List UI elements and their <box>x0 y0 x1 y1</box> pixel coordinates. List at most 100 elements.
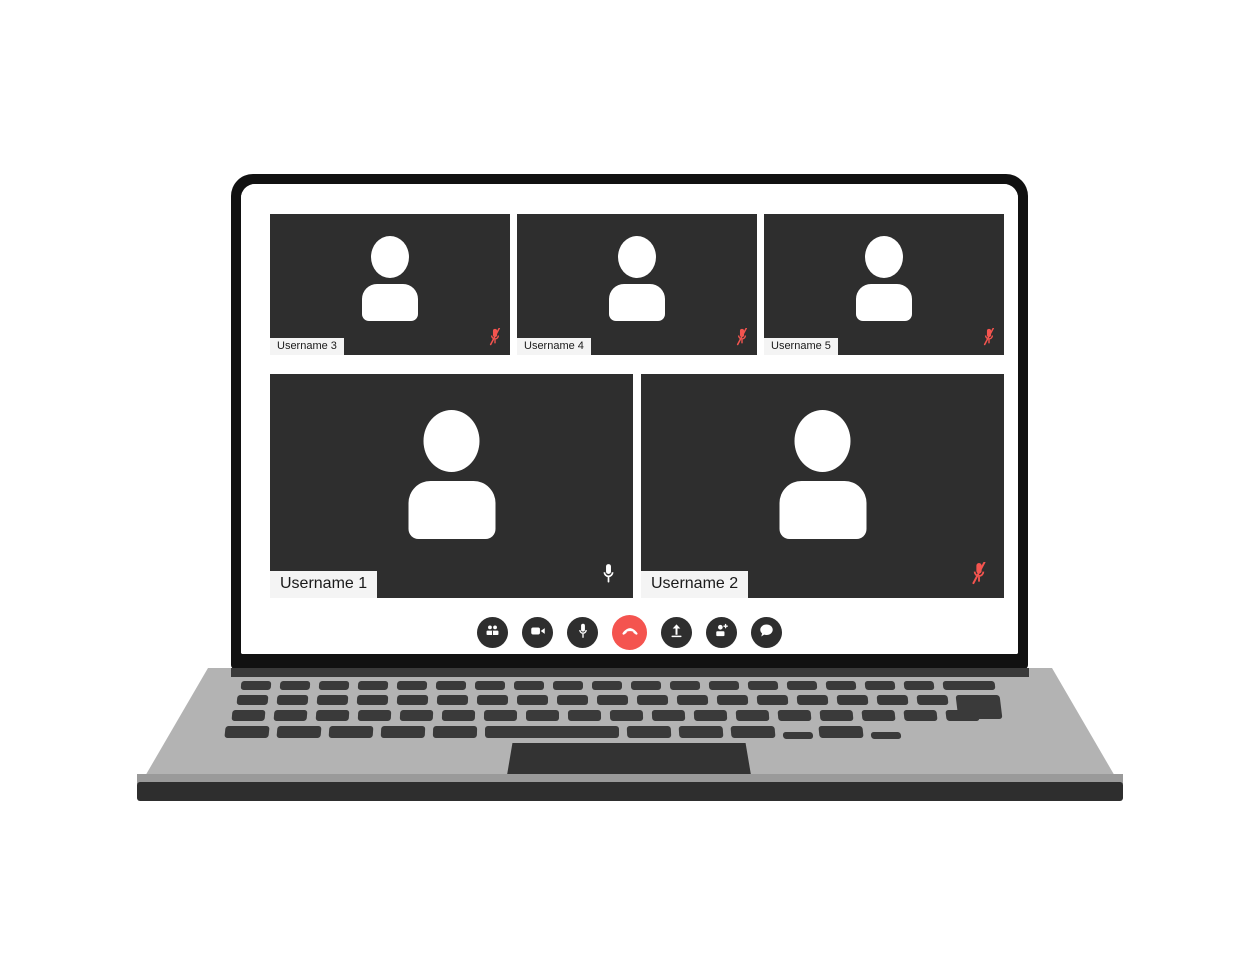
keyboard-key <box>240 681 272 690</box>
keyboard-key <box>236 695 269 705</box>
keyboard-key <box>708 681 740 690</box>
keyboard-key <box>836 695 869 705</box>
keyboard-key <box>328 726 374 738</box>
keyboard-key <box>399 710 434 721</box>
participant-name-label: Username 3 <box>270 338 344 355</box>
laptop-base <box>137 668 1123 806</box>
person-avatar-icon <box>408 410 495 539</box>
keyboard-key <box>626 726 672 738</box>
keyboard-key <box>567 710 602 721</box>
keyboard-key <box>483 710 518 721</box>
keyboard-key <box>315 710 350 721</box>
end-call-button[interactable] <box>612 614 647 650</box>
video-camera-icon <box>529 622 547 643</box>
keyboard-key <box>676 695 709 705</box>
keyboard-key <box>819 710 854 721</box>
call-control-bar <box>241 610 1018 654</box>
keyboard-key <box>474 681 506 690</box>
keyboard-key <box>636 695 669 705</box>
keyboard-key <box>517 695 548 705</box>
keyboard-key-arrow-right <box>870 732 902 739</box>
person-avatar-icon <box>856 236 912 321</box>
microphone-icon <box>600 563 617 590</box>
keyboard-key <box>716 695 749 705</box>
chat-button[interactable] <box>751 616 782 648</box>
keyboard-key <box>651 710 686 721</box>
microphone-muted-icon <box>970 561 988 590</box>
video-camera-button[interactable] <box>522 616 553 648</box>
keyboard-key <box>396 695 429 705</box>
keyboard-key <box>942 681 996 690</box>
keyboard-key <box>318 681 350 690</box>
keyboard-key <box>596 695 629 705</box>
keyboard-key <box>316 695 349 705</box>
keyboard-key <box>669 681 701 690</box>
keyboard-key <box>630 681 662 690</box>
keyboard-key <box>476 695 509 705</box>
laptop-base-foot <box>137 782 1123 801</box>
keyboard-key <box>231 710 266 721</box>
keyboard-key-arrow-left <box>782 732 814 739</box>
keyboard-key <box>273 710 308 721</box>
video-tile-username-2[interactable]: Username 2 <box>641 374 1004 598</box>
keyboard-key <box>432 726 478 738</box>
keyboard-key <box>526 710 559 721</box>
person-avatar-icon <box>362 236 418 321</box>
keyboard-key <box>276 695 309 705</box>
keyboard-key <box>441 710 476 721</box>
keyboard-key <box>861 710 896 721</box>
participant-name-label: Username 2 <box>641 571 749 598</box>
keyboard-key <box>786 681 818 690</box>
keyboard-key <box>276 726 322 738</box>
video-tile-username-4[interactable]: Username 4 <box>517 214 757 355</box>
keyboard-key <box>747 681 779 690</box>
laptop-screen-display: Username 3 Username 4 Username 5 Usernam… <box>241 184 1018 654</box>
keyboard-key <box>825 681 857 690</box>
microphone-muted-icon <box>735 327 749 351</box>
keyboard-key <box>396 681 428 690</box>
keyboard-key <box>796 695 829 705</box>
video-tile-username-1[interactable]: Username 1 <box>270 374 633 598</box>
share-upload-icon <box>668 622 685 642</box>
video-tile-username-5[interactable]: Username 5 <box>764 214 1004 355</box>
video-tile-username-3[interactable]: Username 3 <box>270 214 510 355</box>
chat-bubble-icon <box>758 622 775 642</box>
keyboard-key <box>864 681 896 690</box>
keyboard-key <box>357 710 392 721</box>
keyboard-key <box>876 695 909 705</box>
participant-name-label: Username 4 <box>517 338 591 355</box>
keyboard-key <box>553 681 583 690</box>
microphone-muted-icon <box>982 327 996 351</box>
microphone-icon <box>575 622 591 643</box>
keyboard-key <box>279 681 311 690</box>
microphone-muted-icon <box>488 327 502 351</box>
participants-icon <box>484 622 501 642</box>
keyboard-key <box>356 695 389 705</box>
add-person-button[interactable] <box>706 616 737 648</box>
keyboard-key <box>735 710 770 721</box>
video-call-app: Username 3 Username 4 Username 5 Usernam… <box>241 184 1018 654</box>
end-call-phone-icon <box>620 621 640 644</box>
keyboard-key <box>357 681 389 690</box>
keyboard-key <box>592 681 622 690</box>
keyboard-key <box>435 681 467 690</box>
keyboard-key <box>609 710 644 721</box>
keyboard-key <box>514 681 544 690</box>
keyboard-key <box>916 695 949 705</box>
keyboard-key <box>903 681 935 690</box>
microphone-button[interactable] <box>567 616 598 648</box>
share-button[interactable] <box>661 616 692 648</box>
keyboard-key <box>903 710 938 721</box>
participant-name-label: Username 1 <box>270 571 378 598</box>
participants-button[interactable] <box>477 616 508 648</box>
participant-name-label: Username 5 <box>764 338 838 355</box>
person-avatar-icon <box>609 236 665 321</box>
keyboard-key <box>436 695 469 705</box>
keyboard-key <box>730 726 776 738</box>
keyboard-key <box>756 695 789 705</box>
keyboard-key <box>945 710 980 721</box>
keyboard-key <box>777 710 812 721</box>
keyboard-key-spacebar <box>485 726 619 738</box>
keyboard-key <box>557 695 588 705</box>
keyboard-key <box>224 726 270 738</box>
